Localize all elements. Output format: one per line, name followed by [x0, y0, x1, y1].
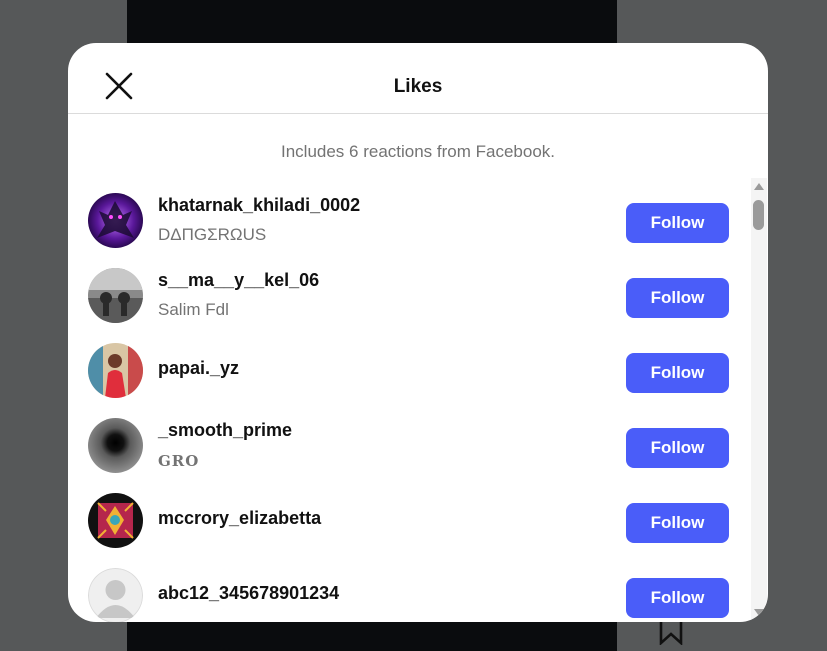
scroll-up-arrow[interactable]	[754, 183, 764, 190]
avatar[interactable]	[88, 193, 143, 248]
default-avatar-icon[interactable]	[88, 568, 143, 622]
follow-button[interactable]: Follow	[626, 278, 729, 318]
scroll-thumb[interactable]	[753, 200, 764, 230]
list-item: mccrory_elizabetta Follow	[68, 486, 750, 561]
username[interactable]: khatarnak_khiladi_0002	[158, 195, 360, 216]
scroll-down-arrow[interactable]	[754, 609, 764, 616]
list-scrollbar[interactable]	[751, 178, 767, 622]
username[interactable]: s__ma__y__kel_06	[158, 270, 319, 291]
follow-button[interactable]: Follow	[626, 353, 729, 393]
avatar[interactable]	[88, 493, 143, 548]
full-name: Salim Fdl	[158, 300, 229, 319]
likes-dialog: Likes Includes 6 reactions from Facebook…	[68, 43, 768, 622]
avatar[interactable]	[88, 268, 143, 323]
likes-list: khatarnak_khiladi_0002 DΔΠGΣRΩUS Follow …	[68, 178, 750, 622]
follow-button[interactable]: Follow	[626, 428, 729, 468]
username[interactable]: abc12_345678901234	[158, 583, 339, 604]
list-item: _smooth_prime GRO Follow	[68, 411, 750, 486]
list-item: papai._yz Follow	[68, 336, 750, 411]
username[interactable]: mccrory_elizabetta	[158, 508, 321, 529]
avatar[interactable]	[88, 343, 143, 398]
list-item: abc12_345678901234 Follow	[68, 561, 750, 622]
username[interactable]: _smooth_prime	[158, 420, 292, 441]
username[interactable]: papai._yz	[158, 358, 239, 379]
avatar[interactable]	[88, 418, 143, 473]
full-name: GRO	[158, 452, 200, 470]
facebook-reactions-notice: Includes 6 reactions from Facebook.	[280, 142, 556, 161]
dialog-title: Likes	[393, 76, 443, 97]
list-item: khatarnak_khiladi_0002 DΔΠGΣRΩUS Follow	[68, 186, 750, 261]
follow-button[interactable]: Follow	[626, 578, 729, 618]
full-name: DΔΠGΣRΩUS	[158, 225, 267, 244]
follow-button[interactable]: Follow	[626, 503, 729, 543]
follow-button[interactable]: Follow	[626, 203, 729, 243]
dialog-header: Likes	[68, 43, 768, 114]
list-item: s__ma__y__kel_06 Salim Fdl Follow	[68, 261, 750, 336]
